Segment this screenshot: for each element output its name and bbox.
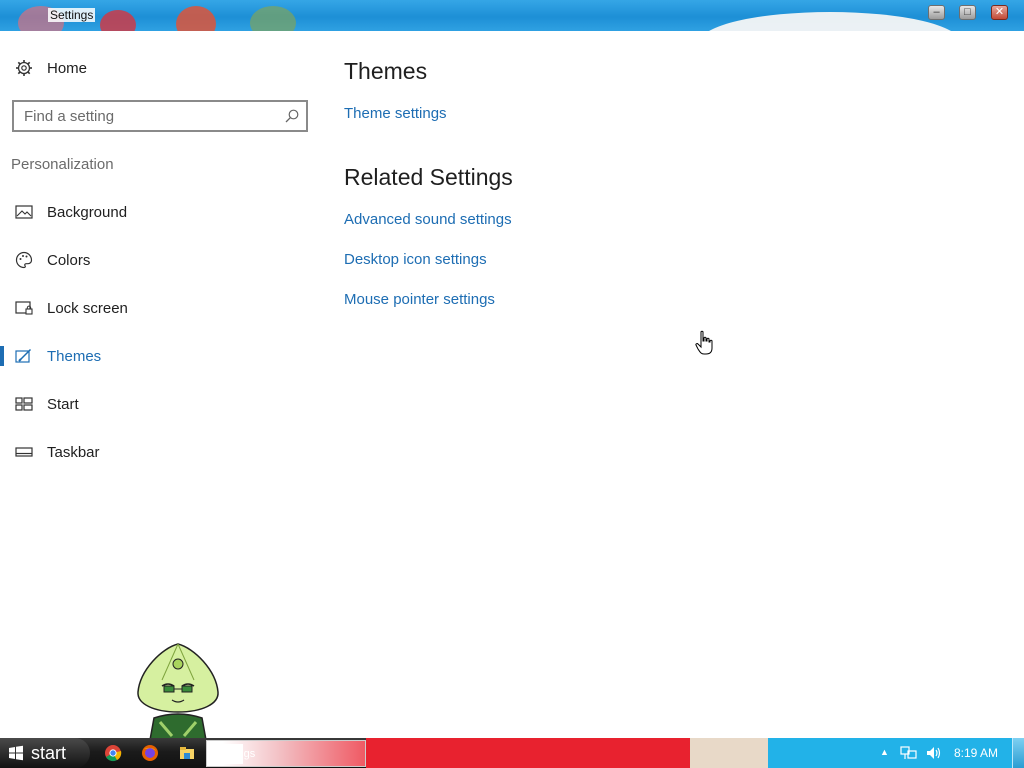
start-label: start — [31, 743, 67, 763]
network-icon[interactable] — [900, 745, 917, 761]
volume-icon[interactable] — [925, 745, 942, 761]
show-desktop-button[interactable] — [1012, 738, 1024, 768]
page-title: Themes — [344, 58, 428, 84]
themes-icon — [15, 347, 33, 365]
close-button[interactable]: ✕ — [991, 5, 1008, 20]
wallpaper-blob — [176, 6, 216, 31]
nav-item-label: Taskbar — [47, 443, 100, 461]
nav-item-lock-screen[interactable]: Lock screen — [0, 288, 320, 328]
picture-icon — [15, 203, 33, 221]
maximize-button[interactable]: □ — [959, 5, 976, 20]
taskbar-settings-button[interactable]: ttings — [206, 740, 366, 767]
nav-item-label: Themes — [47, 347, 102, 365]
show-hidden-icons-button[interactable]: ▲ — [880, 747, 889, 757]
section-label: Personalization — [11, 156, 114, 173]
taskbar-icon — [15, 443, 33, 461]
wallpaper-blob — [250, 6, 296, 31]
nav-item-colors[interactable]: Colors — [0, 240, 320, 280]
chrome-icon[interactable] — [104, 744, 122, 762]
related-settings-heading: Related Settings — [344, 164, 513, 190]
lock-screen-icon — [15, 299, 33, 317]
taskbar-wallpaper — [690, 738, 768, 768]
nav-item-label: Colors — [47, 251, 91, 269]
task-label: ttings — [207, 744, 256, 764]
wallpaper-blob — [100, 10, 136, 31]
taskbar-wallpaper — [366, 738, 690, 768]
minimize-button[interactable]: – — [928, 5, 945, 20]
wallpaper-blob — [700, 12, 960, 31]
search-box[interactable] — [12, 100, 308, 132]
advanced-sound-settings-link[interactable]: Advanced sound settings — [344, 211, 512, 228]
nav-item-start[interactable]: Start — [0, 384, 320, 424]
desktop-icon-settings-link[interactable]: Desktop icon settings — [344, 251, 487, 268]
nav-item-taskbar[interactable]: Taskbar — [0, 432, 320, 472]
nav-home-label: Home — [47, 59, 88, 77]
start-tiles-icon — [15, 395, 33, 413]
clock[interactable]: 8:19 AM — [954, 746, 998, 760]
start-button[interactable]: start — [0, 738, 90, 768]
title-bar[interactable]: Settings – □ ✕ — [0, 0, 1024, 31]
taskbar: start ttings ▲ 8:19 AM — [0, 738, 1024, 768]
windows-logo-icon — [9, 745, 23, 761]
gear-icon — [15, 59, 33, 77]
theme-settings-link[interactable]: Theme settings — [344, 105, 447, 122]
nav-item-label: Lock screen — [47, 299, 128, 317]
nav-item-label: Background — [47, 203, 128, 221]
nav-item-label: Start — [47, 395, 79, 413]
nav-home[interactable]: Home — [0, 48, 320, 88]
file-explorer-icon[interactable] — [178, 744, 196, 762]
firefox-icon[interactable] — [141, 744, 159, 762]
minimize-icon: – — [933, 6, 940, 18]
nav-item-background[interactable]: Background — [0, 192, 320, 232]
maximize-icon: □ — [964, 6, 971, 18]
nav-item-themes[interactable]: Themes — [0, 336, 320, 376]
hand-cursor-icon — [695, 330, 713, 355]
palette-icon — [15, 251, 33, 269]
mouse-pointer-settings-link[interactable]: Mouse pointer settings — [344, 291, 495, 308]
close-icon: ✕ — [994, 6, 1005, 18]
window-title: Settings — [48, 8, 96, 22]
search-icon[interactable] — [284, 108, 300, 124]
character-sticker — [137, 643, 219, 740]
search-input[interactable] — [14, 102, 274, 130]
